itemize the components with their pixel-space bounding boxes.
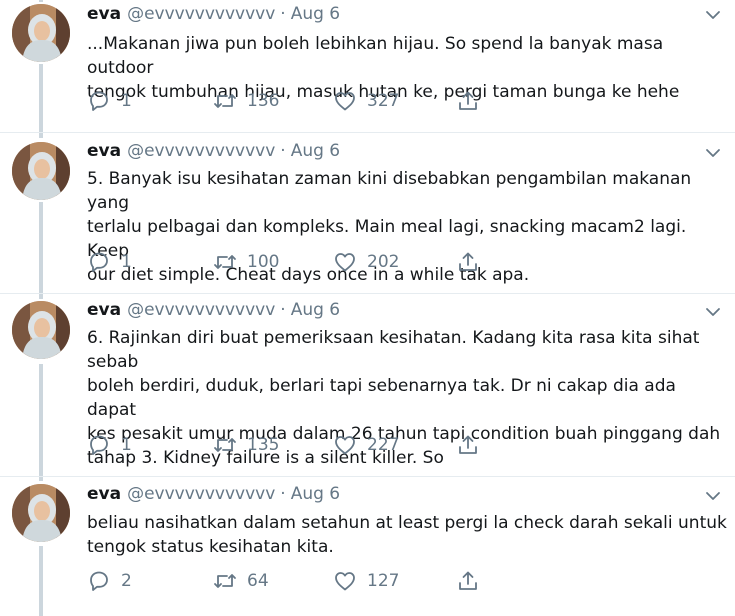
avatar[interactable] <box>12 301 70 359</box>
reply-count: 1 <box>121 252 132 272</box>
display-name[interactable]: eva <box>87 300 121 320</box>
reply-icon <box>90 571 108 591</box>
timestamp[interactable]: Aug 6 <box>291 4 340 24</box>
separator-dot: · <box>280 484 286 504</box>
display-name[interactable]: eva <box>87 141 121 161</box>
display-name[interactable]: eva <box>87 4 121 24</box>
avatar-image <box>12 4 70 62</box>
separator-dot: · <box>280 141 286 161</box>
share-button[interactable] <box>456 569 480 593</box>
tweet-actions: 1 100 202 <box>87 250 507 274</box>
like-count: 227 <box>367 435 400 455</box>
username[interactable]: @evvvvvvvvvvvv <box>127 300 275 320</box>
retweet-button[interactable]: 136 <box>213 89 279 113</box>
like-count: 127 <box>367 571 400 591</box>
share-button[interactable] <box>456 433 480 457</box>
username[interactable]: @evvvvvvvvvvvv <box>127 4 275 24</box>
reply-button[interactable]: 2 <box>87 569 132 593</box>
tweet-header: eva @evvvvvvvvvvvv · Aug 6 <box>87 139 340 163</box>
avatar-image <box>12 484 70 542</box>
share-icon <box>459 571 477 590</box>
tweet-text: beliau nasihatkan dalam setahun at least… <box>87 513 727 557</box>
tweet-header: eva @evvvvvvvvvvvv · Aug 6 <box>87 2 340 26</box>
reply-button[interactable]: 1 <box>87 250 132 274</box>
chevron-down-icon <box>706 11 720 19</box>
tweet[interactable]: eva @evvvvvvvvvvvv · Aug 6 beliau nasiha… <box>0 477 735 616</box>
username[interactable]: @evvvvvvvvvvvv <box>127 141 275 161</box>
share-icon <box>459 435 477 454</box>
retweet-count: 135 <box>247 435 280 455</box>
tweet[interactable]: eva @evvvvvvvvvvvv · Aug 6 ...Makanan ji… <box>0 0 735 132</box>
like-button[interactable]: 227 <box>333 433 399 457</box>
avatar[interactable] <box>12 142 70 200</box>
heart-icon <box>335 572 355 591</box>
reply-count: 1 <box>121 91 132 111</box>
username[interactable]: @evvvvvvvvvvvv <box>127 484 275 504</box>
like-count: 202 <box>367 252 400 272</box>
retweet-icon <box>214 438 236 452</box>
chevron-down-icon <box>706 492 720 500</box>
tweet[interactable]: eva @evvvvvvvvvvvv · Aug 6 6. Rajinkan d… <box>0 294 735 476</box>
retweet-count: 64 <box>247 571 269 591</box>
retweet-icon <box>214 94 236 108</box>
reply-count: 1 <box>121 435 132 455</box>
like-button[interactable]: 127 <box>333 569 399 593</box>
chevron-down-icon <box>706 149 720 157</box>
more-options-button[interactable] <box>704 487 722 505</box>
display-name[interactable]: eva <box>87 484 121 504</box>
reply-icon <box>90 91 108 111</box>
tweet-header: eva @evvvvvvvvvvvv · Aug 6 <box>87 298 340 322</box>
chevron-down-icon <box>706 308 720 316</box>
timestamp[interactable]: Aug 6 <box>291 300 340 320</box>
like-count: 327 <box>367 91 400 111</box>
retweet-count: 136 <box>247 91 280 111</box>
reply-count: 2 <box>121 571 132 591</box>
reply-icon <box>90 435 108 455</box>
retweet-count: 100 <box>247 252 280 272</box>
like-button[interactable]: 202 <box>333 250 399 274</box>
separator-dot: · <box>280 4 286 24</box>
tweet-actions: 1 135 227 <box>87 433 507 457</box>
avatar-image <box>12 142 70 200</box>
tweet-thread: eva @evvvvvvvvvvvv · Aug 6 ...Makanan ji… <box>0 0 735 616</box>
reply-icon <box>90 252 108 272</box>
heart-icon <box>335 253 355 272</box>
tweet-actions: 2 64 127 <box>87 569 507 593</box>
more-options-button[interactable] <box>704 6 722 24</box>
share-icon <box>459 252 477 271</box>
avatar[interactable] <box>12 484 70 542</box>
avatar[interactable] <box>12 4 70 62</box>
separator-dot: · <box>280 300 286 320</box>
share-button[interactable] <box>456 89 480 113</box>
share-icon <box>459 91 477 110</box>
heart-icon <box>335 92 355 111</box>
retweet-icon <box>214 255 236 269</box>
like-button[interactable]: 327 <box>333 89 399 113</box>
share-button[interactable] <box>456 250 480 274</box>
timestamp[interactable]: Aug 6 <box>291 141 340 161</box>
retweet-button[interactable]: 100 <box>213 250 279 274</box>
reply-button[interactable]: 1 <box>87 89 132 113</box>
retweet-button[interactable]: 135 <box>213 433 279 457</box>
more-options-button[interactable] <box>704 303 722 321</box>
reply-button[interactable]: 1 <box>87 433 132 457</box>
heart-icon <box>335 436 355 455</box>
retweet-icon <box>214 574 236 588</box>
tweet-header: eva @evvvvvvvvvvvv · Aug 6 <box>87 482 340 506</box>
avatar-image <box>12 301 70 359</box>
tweet-actions: 1 136 327 <box>87 89 507 113</box>
timestamp[interactable]: Aug 6 <box>291 484 340 504</box>
retweet-button[interactable]: 64 <box>213 569 269 593</box>
more-options-button[interactable] <box>704 144 722 162</box>
tweet[interactable]: eva @evvvvvvvvvvvv · Aug 6 5. Banyak isu… <box>0 133 735 293</box>
